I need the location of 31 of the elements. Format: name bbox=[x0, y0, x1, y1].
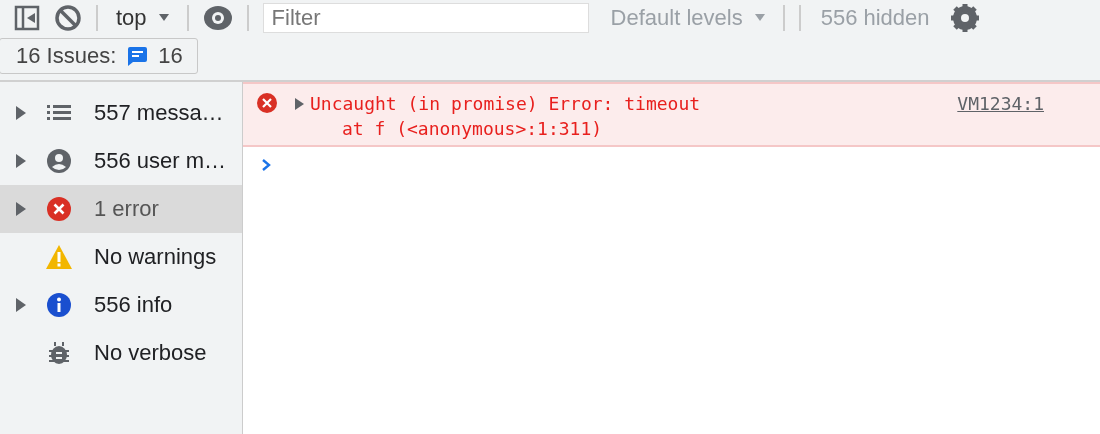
sidebar-item[interactable]: 557 messa… bbox=[0, 89, 242, 137]
bug-icon bbox=[46, 341, 72, 365]
caret-icon bbox=[158, 14, 169, 22]
error-message: Uncaught (in promise) Error: timeout bbox=[310, 92, 702, 116]
sidebar-item[interactable]: No verbose bbox=[0, 329, 242, 377]
error-icon bbox=[46, 197, 72, 221]
expand-arrow-icon[interactable] bbox=[16, 202, 26, 216]
expand-arrow-icon[interactable] bbox=[16, 106, 26, 120]
stack-trace: at f (<anonymous>:1:311) bbox=[341, 117, 604, 141]
message-icon bbox=[126, 45, 149, 67]
info-icon bbox=[46, 293, 72, 317]
sidebar-item[interactable]: No warnings bbox=[0, 233, 242, 281]
sidebar-item[interactable]: 1 error bbox=[0, 185, 242, 233]
issues-button[interactable]: 16 Issues: 16 bbox=[0, 38, 198, 74]
sidebar-item[interactable]: 556 info bbox=[0, 281, 242, 329]
expand-arrow-icon[interactable] bbox=[295, 98, 304, 110]
source-link[interactable]: VM1234:1 bbox=[957, 91, 1044, 116]
caret-icon bbox=[754, 14, 765, 22]
context-dropdown[interactable]: top bbox=[112, 5, 173, 31]
prompt-icon[interactable] bbox=[261, 158, 271, 172]
eye-icon[interactable] bbox=[202, 3, 233, 33]
hidden-count: 556 hidden bbox=[820, 5, 930, 31]
expand-arrow-icon[interactable] bbox=[16, 154, 26, 168]
sidebar-item[interactable]: 556 user m… bbox=[0, 137, 242, 185]
settings-icon[interactable] bbox=[949, 3, 980, 33]
sidebar-toggle-icon[interactable] bbox=[14, 5, 40, 31]
user-icon bbox=[46, 149, 72, 173]
clear-icon[interactable] bbox=[54, 4, 82, 32]
filter-field[interactable]: Filter bbox=[262, 3, 589, 33]
warning-icon bbox=[46, 245, 72, 269]
expand-arrow-icon[interactable] bbox=[16, 298, 26, 312]
